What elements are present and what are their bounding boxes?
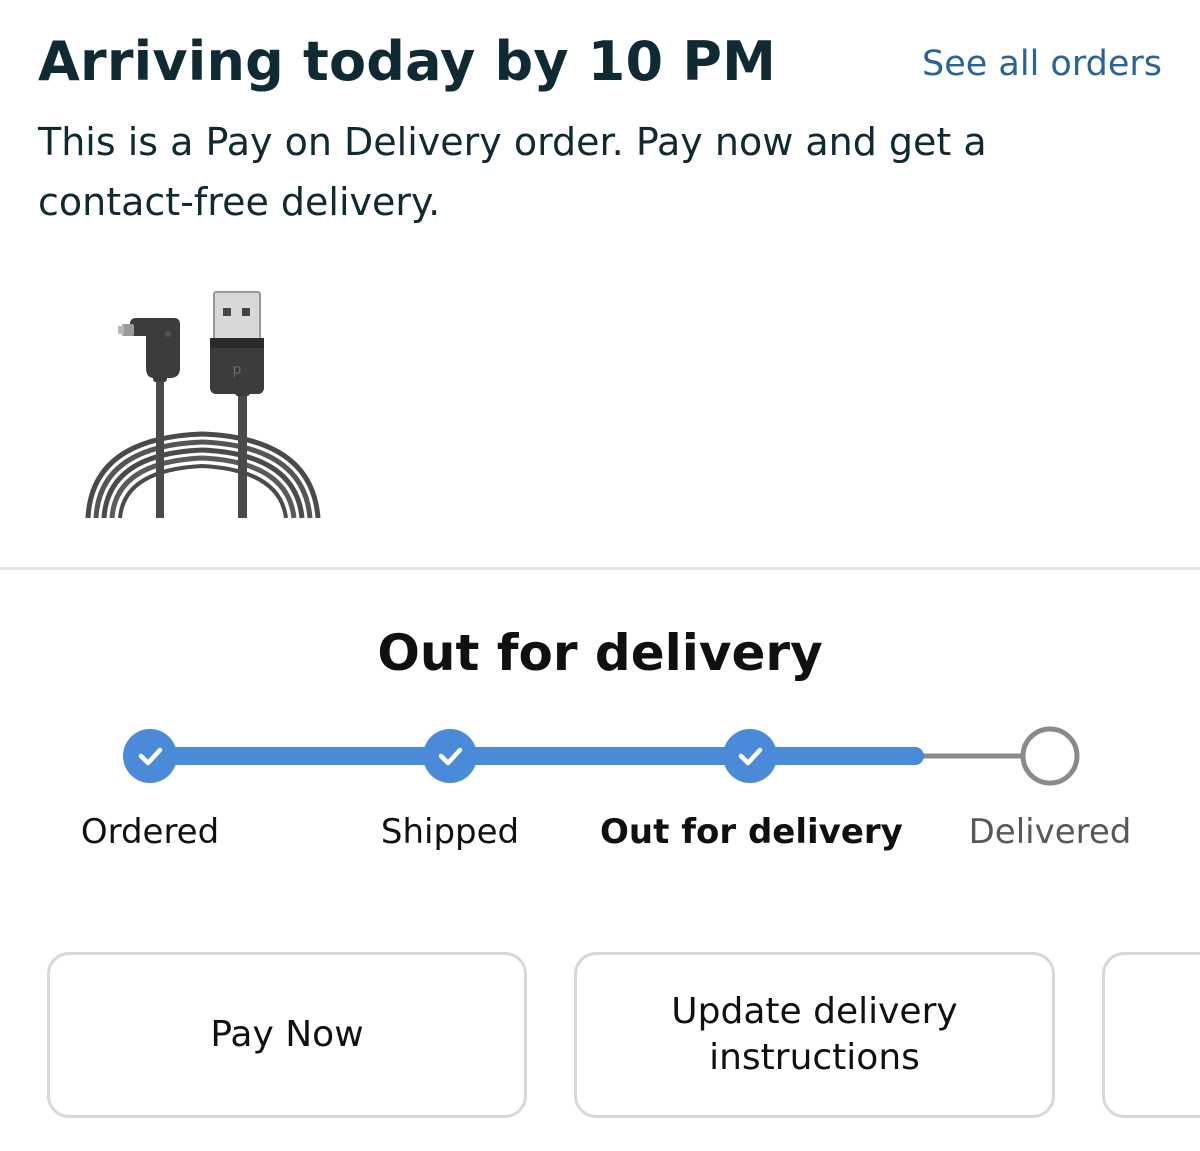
step-label-out-for-delivery: Out for delivery: [600, 812, 903, 852]
update-instructions-label: Update delivery instructions: [671, 991, 958, 1078]
more-actions-button[interactable]: [1102, 952, 1200, 1118]
delivery-status-heading: Out for delivery: [377, 624, 823, 682]
usb-cable-product-image[interactable]: p: [82, 288, 322, 520]
step-marker-delivered: [1020, 726, 1080, 786]
step-label-ordered: Ordered: [80, 812, 220, 852]
section-divider: [0, 567, 1200, 570]
step-marker-ordered: [123, 729, 177, 783]
arrival-title: Arriving today by 10 PM: [38, 30, 777, 93]
svg-text:p: p: [233, 362, 242, 378]
pay-on-delivery-notice: This is a Pay on Delivery order. Pay now…: [38, 120, 987, 224]
update-delivery-instructions-button[interactable]: Update delivery instructions: [574, 952, 1055, 1118]
delivery-progress-tracker: [123, 726, 1080, 786]
pay-now-button[interactable]: Pay Now: [47, 952, 527, 1118]
step-label-delivered: Delivered: [968, 812, 1132, 852]
step-label-shipped: Shipped: [380, 812, 520, 852]
step-marker-shipped: [423, 729, 477, 783]
see-all-orders-link[interactable]: See all orders: [922, 44, 1162, 84]
order-tracking-page: Arriving today by 10 PM See all orders T…: [0, 0, 1200, 1151]
step-marker-out-for-delivery: [723, 729, 777, 783]
pay-now-label: Pay Now: [210, 1014, 364, 1055]
